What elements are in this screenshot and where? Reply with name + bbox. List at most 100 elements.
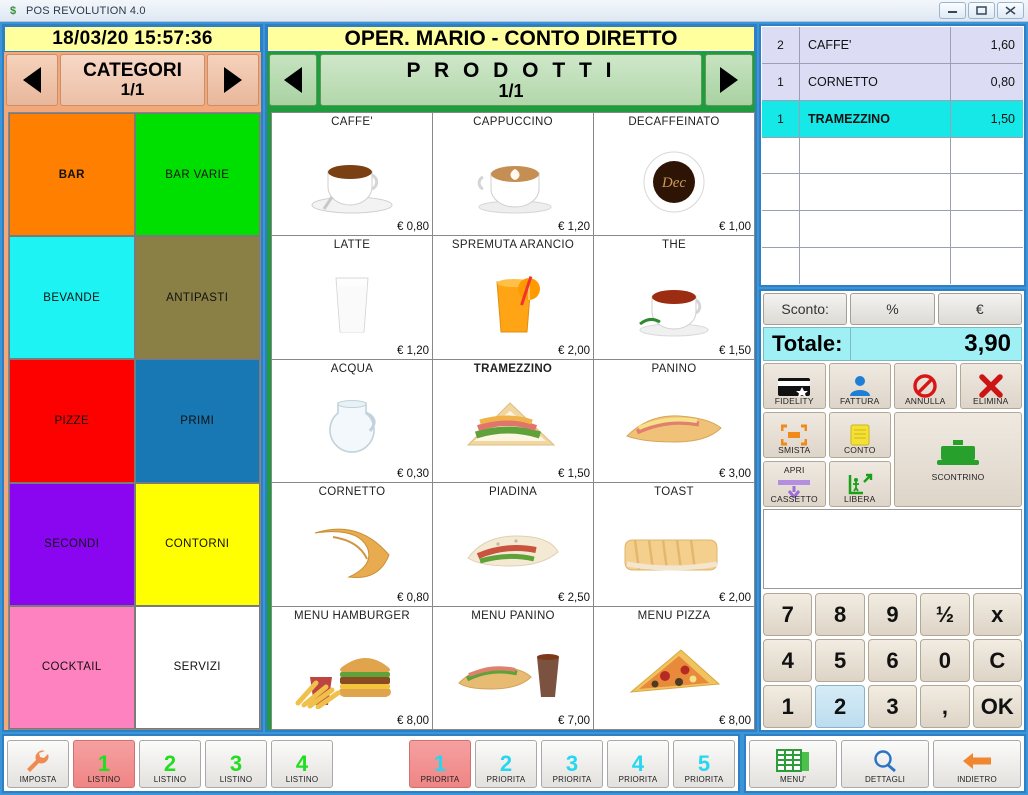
categories-title-label: CATEGORI — [83, 60, 182, 82]
category-cell[interactable]: BAR VARIE — [134, 113, 260, 237]
categories-nav: CATEGORI 1/1 — [4, 52, 261, 108]
yellow-note-icon — [850, 424, 870, 446]
key-5[interactable]: 5 — [815, 639, 865, 682]
priorita-2-button[interactable]: 2 PRIORITA — [475, 739, 537, 788]
piadina-icon — [433, 498, 593, 605]
product-cell[interactable]: CAFFE' € 0,80 — [272, 113, 432, 236]
key-½[interactable]: ½ — [920, 593, 970, 636]
maximize-button[interactable] — [968, 2, 995, 19]
receipt-row[interactable] — [762, 137, 1023, 175]
scontrino-button[interactable]: SCONTRINO — [894, 412, 1022, 507]
key-9[interactable]: 9 — [867, 593, 918, 636]
category-cell[interactable]: SERVIZI — [134, 605, 260, 729]
fidelity-button[interactable]: FIDELITY — [763, 363, 826, 409]
receipt-row[interactable]: 1 TRAMEZZINO 1,50 — [762, 100, 1023, 138]
total-label: Totale: — [764, 328, 852, 360]
key-4[interactable]: 4 — [763, 639, 813, 682]
libera-button[interactable]: LIBERA — [828, 461, 891, 507]
fattura-button[interactable]: FATTURA — [828, 363, 891, 409]
discount-percent-button[interactable]: % — [850, 293, 935, 325]
receipt-qty — [762, 174, 800, 211]
product-price: € 0,80 — [397, 591, 429, 604]
priorita-3-button[interactable]: 3 PRIORITA — [541, 739, 603, 788]
key-3[interactable]: 3 — [867, 685, 918, 728]
receipt-row[interactable] — [762, 211, 1023, 249]
indietro-button[interactable]: INDIETRO — [933, 739, 1021, 788]
key-OK[interactable]: OK — [972, 685, 1022, 728]
key-1[interactable]: 1 — [763, 685, 813, 728]
category-label: PRIMI — [180, 414, 215, 427]
product-cell[interactable]: PANINO € 3,00 — [594, 359, 754, 483]
smista-button[interactable]: SMISTA — [763, 412, 826, 458]
listino-4-button[interactable]: 4 LISTINO — [271, 739, 333, 788]
minimize-button[interactable] — [939, 2, 966, 19]
category-cell[interactable]: CONTORNI — [134, 482, 260, 606]
category-cell[interactable]: BAR — [9, 113, 135, 237]
product-cell[interactable]: CAPPUCCINO € 1,20 — [433, 113, 593, 236]
product-cell[interactable]: SPREMUTA ARANCIO € 2,00 — [433, 236, 593, 359]
clock-display: 18/03/20 15:57:36 — [4, 26, 261, 52]
receipt-row[interactable] — [762, 174, 1023, 212]
key-2[interactable]: 2 — [815, 685, 865, 728]
listino-2-button[interactable]: 2 LISTINO — [139, 739, 201, 788]
category-cell[interactable]: SECONDI — [9, 482, 135, 606]
category-label: SERVIZI — [173, 661, 221, 674]
listino-3-button[interactable]: 3 LISTINO — [205, 739, 267, 788]
discount-euro-button[interactable]: € — [937, 293, 1022, 325]
category-cell[interactable]: BEVANDE — [9, 236, 135, 360]
receipt-row[interactable]: 2 CAFFE' 1,60 — [762, 27, 1023, 64]
product-cell[interactable]: TOAST € 2,00 — [594, 483, 754, 606]
priorita-5-button[interactable]: 5 PRIORITA — [673, 739, 735, 788]
product-cell[interactable]: MENU PIZZA € 8,00 — [594, 606, 754, 729]
products-prev-button[interactable] — [269, 54, 317, 106]
key-C[interactable]: C — [972, 639, 1022, 682]
person-icon — [848, 375, 872, 397]
apri-cassetto-button[interactable]: APRI CASSETTO — [763, 461, 826, 507]
receipt-row[interactable]: 1 CORNETTO 0,80 — [762, 63, 1023, 101]
panino-meal-icon — [433, 622, 593, 729]
receipt-qty — [762, 211, 800, 248]
categories-prev-button[interactable] — [6, 54, 58, 106]
amount-display-field[interactable] — [763, 509, 1022, 589]
listino-1-button[interactable]: 1 LISTINO — [73, 739, 135, 788]
priorita-label: PRIORITA — [552, 774, 592, 784]
priorita-4-button[interactable]: 4 PRIORITA — [607, 739, 669, 788]
key-,[interactable]: , — [920, 685, 970, 728]
priorita-1-button[interactable]: 1 PRIORITA — [409, 739, 471, 788]
imposta-button[interactable]: IMPOSTA — [7, 739, 69, 788]
priorita-number: 1 — [433, 750, 447, 776]
window-titlebar: $ POS REVOLUTION 4.0 — [0, 0, 1028, 22]
category-cell[interactable]: PRIMI — [134, 359, 260, 483]
product-cell[interactable]: THE € 1,50 — [594, 236, 754, 359]
key-x[interactable]: x — [972, 593, 1022, 636]
product-cell[interactable]: DECAFFEINATO Dec € 1,00 — [594, 113, 754, 236]
key-6[interactable]: 6 — [867, 639, 918, 682]
close-button[interactable] — [997, 2, 1024, 19]
menu-label: MENU' — [779, 774, 807, 784]
category-cell[interactable]: PIZZE — [9, 359, 135, 483]
products-next-button[interactable] — [705, 54, 753, 106]
product-cell[interactable]: PIADINA € 2,50 — [433, 483, 593, 606]
product-cell[interactable]: TRAMEZZINO € 1,50 — [433, 359, 593, 483]
product-cell[interactable]: CORNETTO € 0,80 — [272, 483, 432, 606]
product-cell[interactable]: MENU HAMBURGER € 8,00 — [272, 606, 432, 729]
dettagli-button[interactable]: DETTAGLI — [841, 739, 929, 788]
key-8[interactable]: 8 — [815, 593, 865, 636]
key-0[interactable]: 0 — [920, 639, 970, 682]
product-cell[interactable]: LATTE € 1,20 — [272, 236, 432, 359]
key-7[interactable]: 7 — [763, 593, 813, 636]
product-cell[interactable]: MENU PANINO € 7,00 — [433, 606, 593, 729]
product-name: CAPPUCCINO — [473, 116, 553, 128]
category-cell[interactable]: COCKTAIL — [9, 605, 135, 729]
products-title: P R O D O T T I 1/1 — [320, 54, 702, 106]
receipt-row[interactable] — [762, 248, 1023, 285]
product-cell[interactable]: ACQUA € 0,30 — [272, 359, 432, 483]
categories-panel: 18/03/20 15:57:36 CATEGORI 1/1 BAR BAR VA… — [2, 24, 263, 732]
category-cell[interactable]: ANTIPASTI — [134, 236, 260, 360]
annulla-button[interactable]: ANNULLA — [894, 363, 957, 409]
elimina-button[interactable]: ELIMINA — [959, 363, 1022, 409]
conto-button[interactable]: CONTO — [828, 412, 891, 458]
menu-button[interactable]: MENU' — [749, 739, 837, 788]
categories-next-button[interactable] — [207, 54, 259, 106]
receipt-list[interactable]: 2 CAFFE' 1,60 1 CORNETTO 0,80 1 TRAMEZZINO… — [759, 24, 1026, 287]
